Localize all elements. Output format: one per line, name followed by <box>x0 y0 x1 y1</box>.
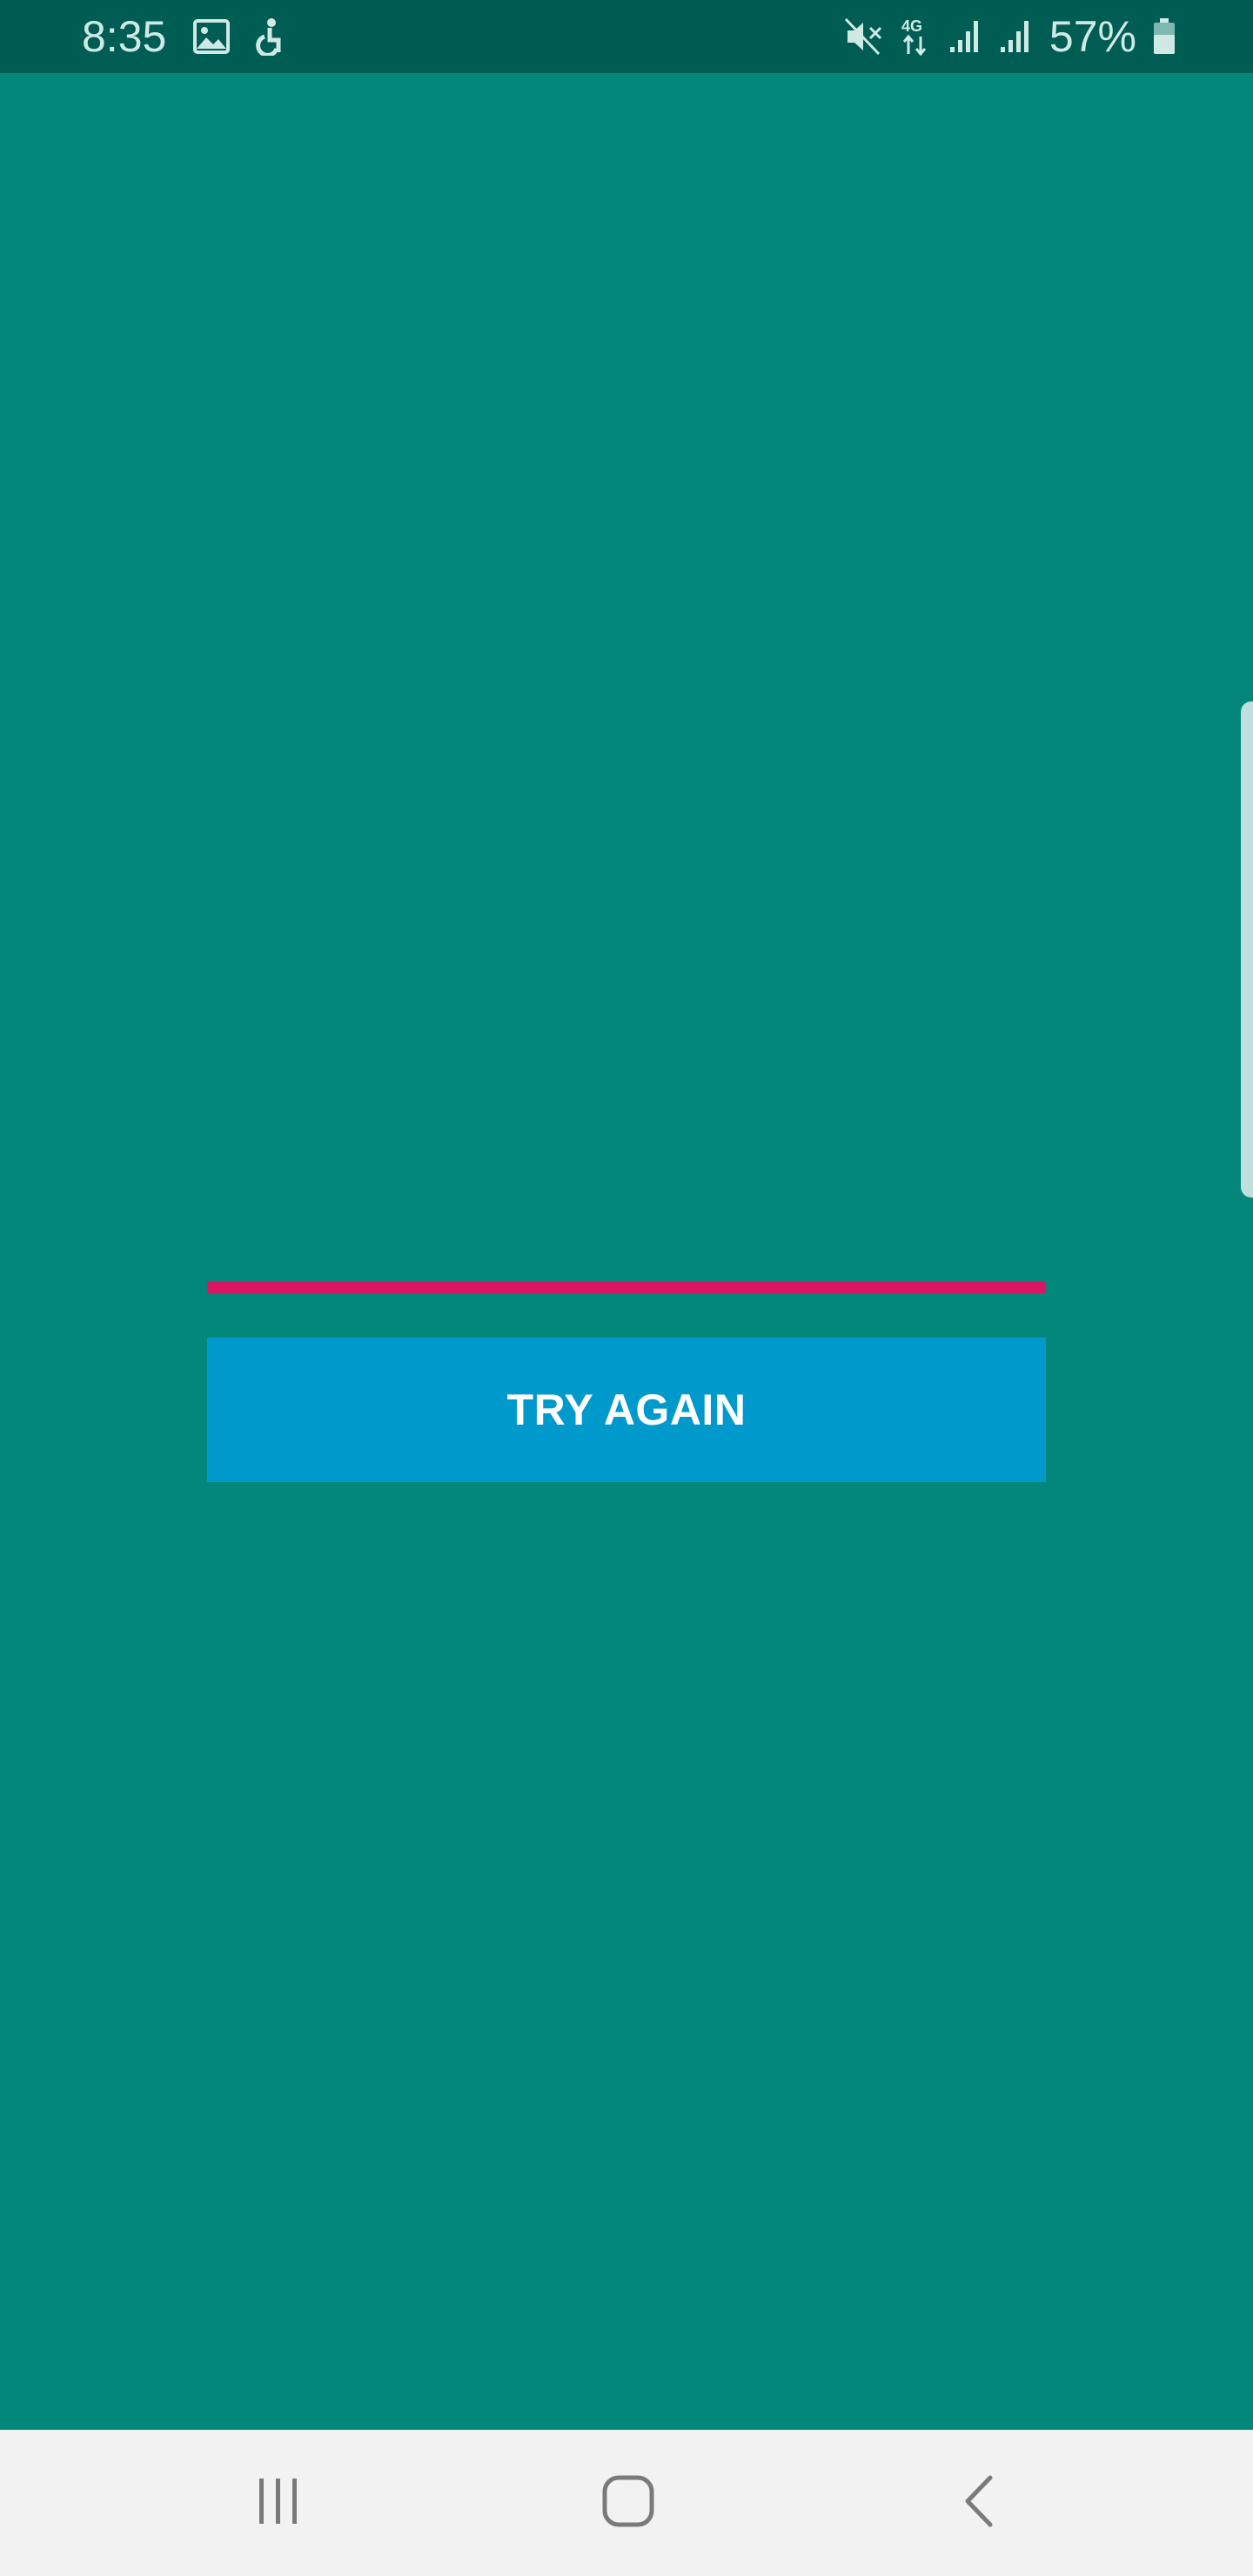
recents-icon <box>254 2477 303 2530</box>
mute-icon <box>844 17 884 56</box>
gallery-icon <box>193 19 230 54</box>
signal-icon <box>999 19 1034 54</box>
status-time: 8:35 <box>82 12 167 61</box>
status-system-icons: 4G 57% <box>844 10 1176 63</box>
home-button[interactable] <box>524 2430 733 2576</box>
status-bar: 8:35 4G 57% <box>0 0 1253 73</box>
navigation-bar <box>0 2430 1253 2576</box>
edge-panel-handle[interactable] <box>1241 701 1253 1197</box>
status-notification-icons <box>193 17 287 56</box>
recents-button[interactable] <box>174 2430 383 2576</box>
back-icon <box>961 2474 999 2532</box>
battery-percent: 57% <box>1049 12 1136 61</box>
back-button[interactable] <box>875 2430 1084 2576</box>
error-indicator-bar <box>207 1281 1046 1293</box>
signal-icon <box>948 19 983 54</box>
4g-data-icon: 4G <box>900 16 933 57</box>
accessibility-icon <box>252 17 287 56</box>
try-again-button[interactable]: TRY AGAIN <box>207 1338 1046 1482</box>
home-icon <box>601 2474 655 2532</box>
network-label: 4G <box>901 17 922 35</box>
battery-icon <box>1152 17 1176 56</box>
